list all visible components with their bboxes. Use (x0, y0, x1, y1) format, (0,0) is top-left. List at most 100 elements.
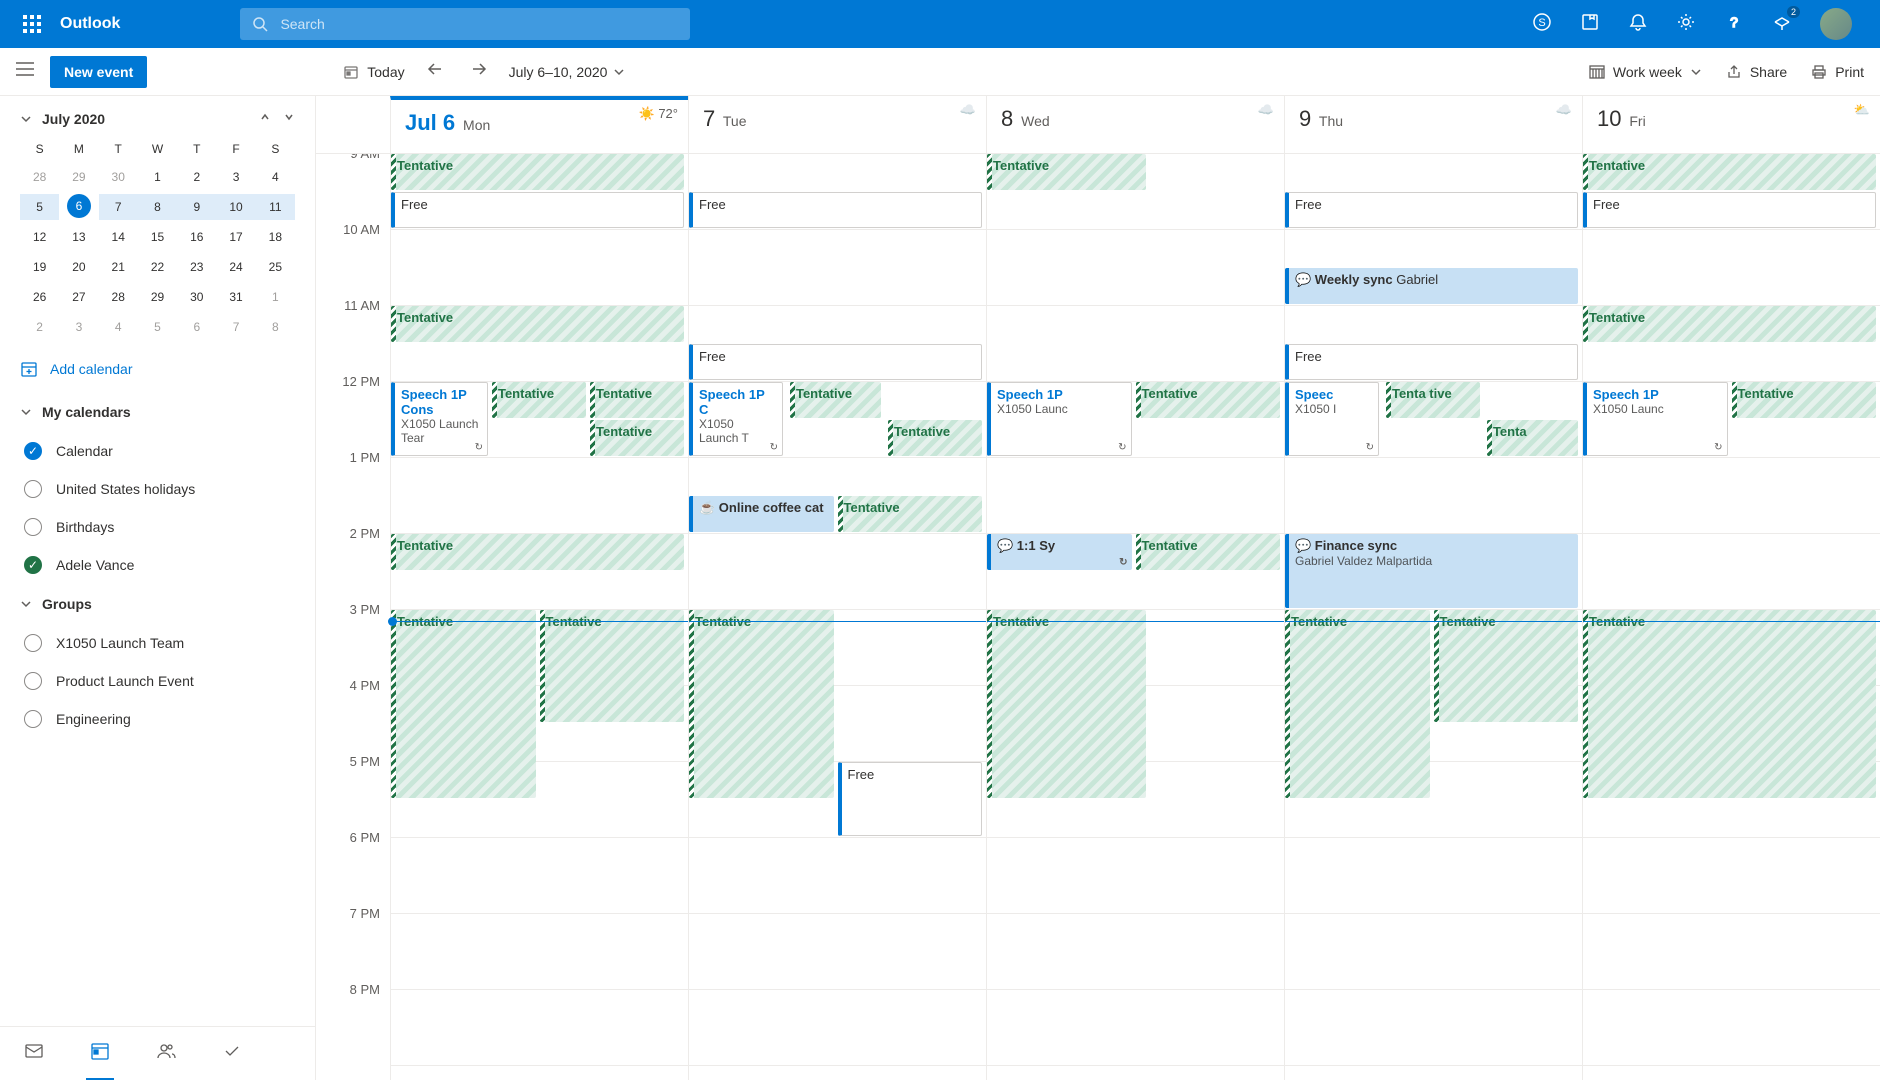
mini-cal-header[interactable]: July 2020 (20, 110, 295, 128)
calendar-item[interactable]: Adele Vance (0, 546, 315, 584)
mini-cal-day[interactable]: 8 (256, 314, 295, 340)
avatar[interactable] (1820, 8, 1852, 40)
mini-cal-day[interactable]: 14 (99, 224, 138, 250)
group-checkbox[interactable] (24, 672, 42, 690)
mail-nav-icon[interactable] (24, 1041, 44, 1066)
calendar-event[interactable]: Tentative (1583, 306, 1876, 342)
calendar-event[interactable]: Tentative (987, 610, 1146, 798)
calendar-event[interactable]: Tentative (391, 154, 684, 190)
mini-cal-day[interactable]: 27 (59, 284, 98, 310)
calendar-event[interactable]: Free (391, 192, 684, 228)
calendar-event[interactable]: Tenta (1487, 420, 1578, 456)
mini-cal-day[interactable]: 20 (59, 254, 98, 280)
teams-icon[interactable]: 2 (1772, 12, 1792, 37)
calendar-event[interactable]: Speech 1P CX1050 Launch T↻ (689, 382, 783, 456)
notifications-icon[interactable] (1628, 12, 1648, 37)
mini-cal-day[interactable]: 30 (99, 164, 138, 190)
mini-cal-day[interactable]: 30 (177, 284, 216, 310)
calendar-event[interactable]: Free (1285, 192, 1578, 228)
mini-cal-next[interactable] (283, 110, 295, 128)
my-calendars-section[interactable]: My calendars (0, 392, 315, 432)
todo-nav-icon[interactable] (222, 1041, 242, 1066)
group-item[interactable]: X1050 Launch Team (0, 624, 315, 662)
calendar-event[interactable]: Speech 1PX1050 Launc↻ (987, 382, 1132, 456)
group-item[interactable]: Engineering (0, 700, 315, 738)
mini-cal-prev[interactable] (259, 110, 271, 128)
settings-icon[interactable] (1676, 12, 1696, 37)
mini-cal-day[interactable]: 8 (138, 194, 177, 220)
mini-cal-day[interactable]: 7 (216, 314, 255, 340)
day-column[interactable]: TentativeFreeTentativeSpeech 1P ConsX105… (390, 154, 688, 1080)
calendar-event[interactable]: 💬 Weekly sync Gabriel (1285, 268, 1578, 304)
share-button[interactable]: Share (1726, 64, 1787, 80)
calendar-event[interactable]: Speech 1P ConsX1050 Launch Tear↻ (391, 382, 488, 456)
mini-cal-day[interactable]: 29 (59, 164, 98, 190)
day-column[interactable]: Free💬 Weekly sync GabrielFreeSpeecX1050 … (1284, 154, 1582, 1080)
mini-cal-day[interactable]: 3 (59, 314, 98, 340)
mini-cal-day[interactable]: 13 (59, 224, 98, 250)
people-nav-icon[interactable] (156, 1041, 176, 1066)
mini-cal-day[interactable]: 6 (67, 194, 91, 218)
day-header[interactable]: Jul 6 Mon☀️ 72° (390, 96, 688, 153)
hamburger-icon[interactable] (16, 62, 34, 81)
mini-cal-day[interactable]: 2 (177, 164, 216, 190)
prev-week-button[interactable] (421, 55, 449, 88)
calendar-item[interactable]: United States holidays (0, 470, 315, 508)
mini-cal-day[interactable]: 7 (99, 194, 138, 220)
calendar-event[interactable]: Tentative (1285, 610, 1430, 798)
calendar-event[interactable]: Tentative (888, 420, 982, 456)
calendar-event[interactable]: Tentative (790, 382, 881, 418)
mini-cal-day[interactable]: 26 (20, 284, 59, 310)
mini-cal-day[interactable]: 1 (256, 284, 295, 310)
calendar-event[interactable]: Tentative (590, 420, 684, 456)
calendar-checkbox[interactable] (24, 518, 42, 536)
help-icon[interactable]: ? (1724, 12, 1744, 37)
mini-cal-day[interactable]: 9 (177, 194, 216, 220)
mini-cal-day[interactable]: 5 (20, 194, 59, 220)
mini-cal-day[interactable]: 24 (216, 254, 255, 280)
mini-cal-day[interactable]: 17 (216, 224, 255, 250)
day-header[interactable]: 9 Thu☁️ (1284, 96, 1582, 153)
calendar-checkbox[interactable] (24, 556, 42, 574)
group-checkbox[interactable] (24, 710, 42, 728)
mini-cal-day[interactable]: 4 (99, 314, 138, 340)
calendar-event[interactable]: Tentative (987, 154, 1146, 190)
day-column[interactable]: TentativeFreeTentativeSpeech 1PX1050 Lau… (1582, 154, 1880, 1080)
search-input[interactable]: Search (240, 8, 690, 40)
calendar-checkbox[interactable] (24, 480, 42, 498)
mini-cal-day[interactable]: 22 (138, 254, 177, 280)
calendar-event[interactable]: Tentative (1732, 382, 1877, 418)
mini-cal-day[interactable]: 11 (256, 194, 295, 220)
calendar-event[interactable]: Free (689, 192, 982, 228)
day-header[interactable]: 10 Fri⛅ (1582, 96, 1880, 153)
print-button[interactable]: Print (1811, 64, 1864, 80)
mini-cal-day[interactable]: 18 (256, 224, 295, 250)
mini-cal-day[interactable]: 10 (216, 194, 255, 220)
calendar-event[interactable]: Speech 1PX1050 Launc↻ (1583, 382, 1728, 456)
skype-icon[interactable]: S (1532, 12, 1552, 37)
calendar-item[interactable]: Calendar (0, 432, 315, 470)
date-range-picker[interactable]: July 6–10, 2020 (509, 64, 626, 80)
calendar-grid-scroll[interactable]: 9 AM10 AM11 AM12 PM1 PM2 PM3 PM4 PM5 PM6… (316, 154, 1880, 1080)
day-column[interactable]: TentativeSpeech 1PX1050 Launc↻Tentative💬… (986, 154, 1284, 1080)
mini-cal-day[interactable]: 12 (20, 224, 59, 250)
mini-cal-day[interactable]: 29 (138, 284, 177, 310)
calendar-event[interactable]: Tentative (1434, 610, 1579, 722)
groups-section[interactable]: Groups (0, 584, 315, 624)
calendar-event[interactable]: Tentative (838, 496, 983, 532)
calendar-event[interactable]: Tentative (1583, 610, 1876, 798)
calendar-item[interactable]: Birthdays (0, 508, 315, 546)
calendar-event[interactable]: Tentative (689, 610, 834, 798)
day-column[interactable]: FreeFreeSpeech 1P CX1050 Launch T↻Tentat… (688, 154, 986, 1080)
calendar-event[interactable]: 💬 Finance syncGabriel Valdez Malpartida (1285, 534, 1578, 608)
calendar-checkbox[interactable] (24, 442, 42, 460)
calendar-event[interactable]: SpeecX1050 I↻ (1285, 382, 1379, 456)
calendar-event[interactable]: Tentative (391, 610, 536, 798)
calendar-event[interactable]: Tentative (1136, 534, 1281, 570)
calendar-event[interactable]: Tentative (590, 382, 684, 418)
app-launcher-icon[interactable] (8, 0, 56, 48)
mini-cal-day[interactable]: 23 (177, 254, 216, 280)
group-checkbox[interactable] (24, 634, 42, 652)
mini-cal-day[interactable]: 25 (256, 254, 295, 280)
calendar-event[interactable]: Free (689, 344, 982, 380)
